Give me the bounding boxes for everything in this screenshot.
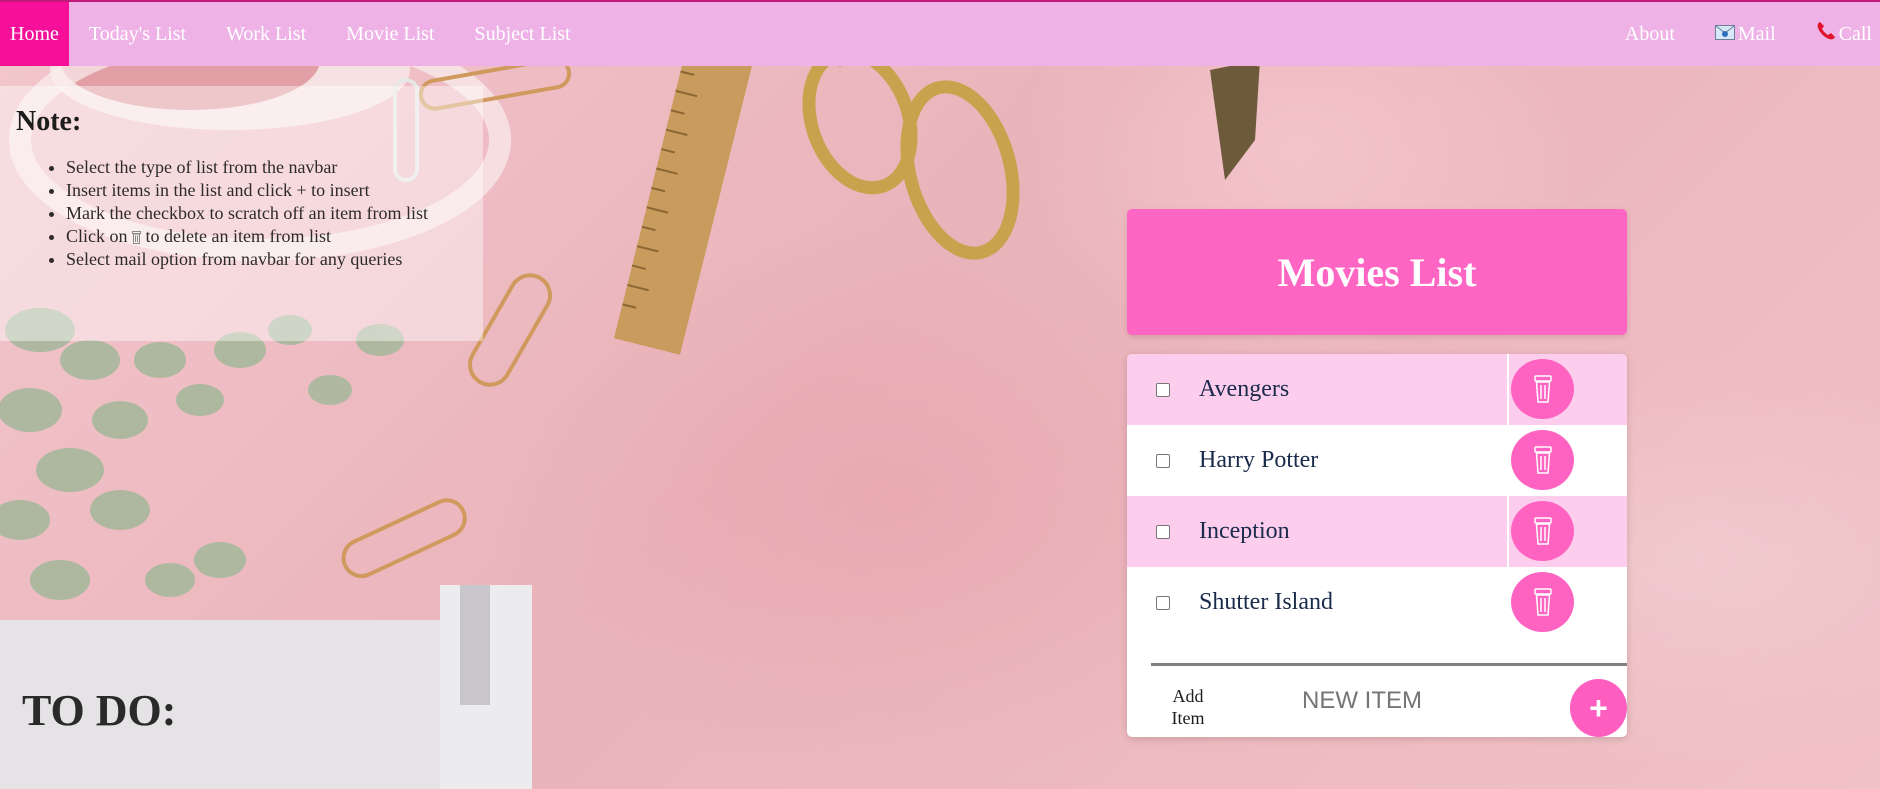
delete-button[interactable] (1511, 572, 1574, 632)
delete-button[interactable] (1511, 359, 1574, 419)
nav-home[interactable]: Home (0, 2, 69, 66)
list-item: Inception (1127, 496, 1627, 567)
note-item: Click on to delete an item from list (66, 225, 467, 248)
note-item: Select mail option from navbar for any q… (66, 248, 467, 271)
trash-icon (1533, 375, 1552, 403)
item-checkbox[interactable] (1156, 524, 1170, 539)
item-checkbox[interactable] (1156, 595, 1170, 610)
note-item-text-after: to delete an item from list (145, 226, 331, 246)
list-item: Shutter Island (1127, 567, 1627, 638)
nav-subject-list[interactable]: Subject List (455, 2, 591, 66)
note-panel: Note: Select the type of list from the n… (0, 86, 483, 341)
item-checkbox[interactable] (1156, 453, 1170, 468)
new-item-input[interactable] (1227, 679, 1497, 723)
item-label: Avengers (1199, 376, 1290, 402)
add-item-label: Add Item (1171, 686, 1205, 728)
list-title-card: Movies List (1127, 209, 1627, 335)
item-label: Shutter Island (1199, 589, 1333, 615)
trash-icon (1533, 446, 1552, 474)
trash-icon (1533, 588, 1552, 616)
item-label: Inception (1199, 518, 1290, 544)
nav-call[interactable]: Call (1796, 2, 1880, 66)
nav-todays-list[interactable]: Today's List (69, 2, 206, 66)
add-item-divider (1151, 663, 1627, 666)
nav-movie-list[interactable]: Movie List (326, 2, 454, 66)
nav-work-list[interactable]: Work List (206, 2, 326, 66)
note-list: Select the type of list from the navbar … (16, 156, 467, 271)
list-item: Harry Potter (1127, 425, 1627, 496)
note-item: Select the type of list from the navbar (66, 156, 467, 179)
phone-icon (1816, 21, 1836, 47)
delete-button[interactable] (1511, 430, 1574, 490)
navbar: Home Today's List Work List Movie List S… (0, 0, 1880, 66)
note-item-text-before: Click on (66, 226, 128, 246)
mail-icon (1714, 23, 1735, 46)
todo-note-text: TO DO: (22, 686, 176, 735)
item-label: Harry Potter (1199, 447, 1319, 473)
item-checkbox[interactable] (1156, 382, 1170, 397)
list-card: Avengers Harry Potter Inception Shutter … (1127, 354, 1627, 737)
row-divider (1507, 354, 1509, 425)
add-item-form: Add Item + (1127, 659, 1627, 737)
delete-button[interactable] (1511, 501, 1574, 561)
note-item: Insert items in the list and click + to … (66, 179, 467, 202)
nav-mail[interactable]: Mail (1695, 2, 1796, 66)
trash-icon (1533, 517, 1552, 545)
nav-right-group: About Mail Call (1605, 2, 1880, 66)
note-heading: Note: (16, 106, 82, 137)
nav-mail-label: Mail (1737, 22, 1776, 45)
nav-about[interactable]: About (1605, 2, 1695, 66)
trash-icon (132, 227, 141, 244)
list-item: Avengers (1127, 354, 1627, 425)
nav-call-label: Call (1838, 22, 1872, 45)
add-item-button[interactable]: + (1570, 679, 1627, 737)
row-divider (1507, 496, 1509, 567)
list-title: Movies List (1277, 249, 1477, 295)
note-item: Mark the checkbox to scratch off an item… (66, 202, 467, 225)
